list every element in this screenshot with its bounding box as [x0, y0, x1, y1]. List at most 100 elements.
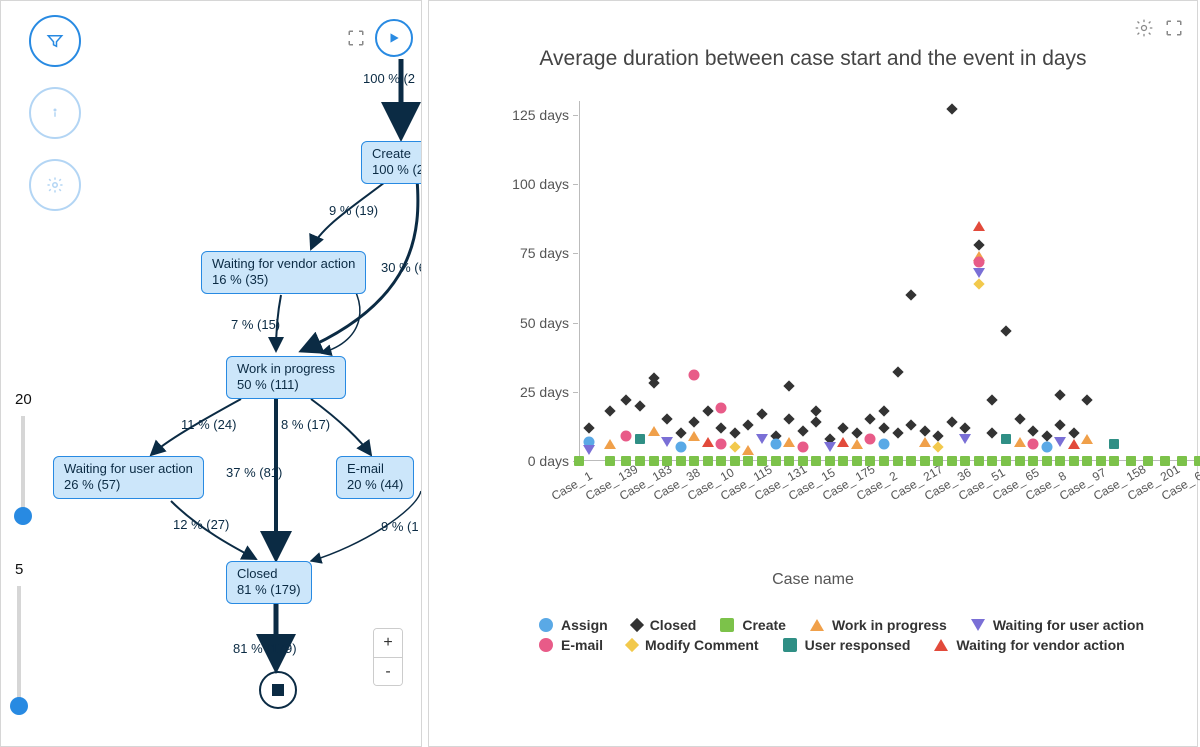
data-point[interactable] [783, 437, 795, 447]
legend-item[interactable]: User responsed [783, 637, 911, 653]
legend-item[interactable]: Modify Comment [627, 637, 759, 653]
data-point[interactable] [919, 437, 931, 447]
data-point[interactable] [879, 439, 890, 450]
data-point[interactable] [756, 434, 768, 444]
data-point[interactable] [852, 456, 862, 466]
data-point[interactable] [621, 431, 632, 442]
data-point[interactable] [635, 456, 645, 466]
data-point[interactable] [811, 417, 822, 428]
data-point[interactable] [865, 456, 875, 466]
data-point[interactable] [1109, 439, 1119, 449]
data-point[interactable] [973, 221, 985, 231]
data-point[interactable] [987, 428, 998, 439]
legend-item[interactable]: E-mail [539, 637, 603, 653]
data-point[interactable] [770, 439, 781, 450]
data-point[interactable] [583, 445, 595, 455]
legend-item[interactable]: Assign [539, 617, 608, 633]
data-point[interactable] [1000, 325, 1011, 336]
node-waiting-user[interactable]: Waiting for user action 26 % (57) [53, 456, 204, 499]
data-point[interactable] [783, 381, 794, 392]
data-point[interactable] [906, 456, 916, 466]
chart-fullscreen-icon[interactable] [1163, 17, 1185, 39]
data-point[interactable] [933, 441, 944, 452]
data-point[interactable] [1041, 430, 1052, 441]
data-point[interactable] [1143, 456, 1153, 466]
data-point[interactable] [878, 405, 889, 416]
legend-item[interactable]: Waiting for user action [971, 617, 1144, 633]
data-point[interactable] [784, 456, 794, 466]
data-point[interactable] [825, 456, 835, 466]
data-point[interactable] [716, 439, 727, 450]
data-point[interactable] [1096, 456, 1106, 466]
data-point[interactable] [649, 456, 659, 466]
data-point[interactable] [946, 104, 957, 115]
data-point[interactable] [771, 456, 781, 466]
data-point[interactable] [811, 456, 821, 466]
data-point[interactable] [1055, 389, 1066, 400]
data-point[interactable] [974, 456, 984, 466]
data-point[interactable] [797, 425, 808, 436]
data-point[interactable] [947, 456, 957, 466]
data-point[interactable] [797, 442, 808, 453]
data-point[interactable] [851, 428, 862, 439]
data-point[interactable] [1068, 428, 1079, 439]
node-closed[interactable]: Closed 81 % (179) [226, 561, 312, 604]
data-point[interactable] [743, 419, 754, 430]
data-point[interactable] [662, 456, 672, 466]
data-point[interactable] [1001, 456, 1011, 466]
data-point[interactable] [661, 414, 672, 425]
data-point[interactable] [837, 437, 849, 447]
legend-item[interactable]: Create [720, 617, 786, 633]
data-point[interactable] [893, 456, 903, 466]
data-point[interactable] [702, 405, 713, 416]
data-point[interactable] [1069, 456, 1079, 466]
data-point[interactable] [1082, 456, 1092, 466]
data-point[interactable] [661, 437, 673, 447]
zoom-in-button[interactable]: + [374, 629, 402, 657]
data-point[interactable] [919, 425, 930, 436]
data-point[interactable] [1028, 456, 1038, 466]
data-point[interactable] [960, 456, 970, 466]
data-point[interactable] [892, 367, 903, 378]
data-point[interactable] [1014, 414, 1025, 425]
data-point[interactable] [689, 370, 700, 381]
data-point[interactable] [675, 442, 686, 453]
data-point[interactable] [689, 456, 699, 466]
data-point[interactable] [1041, 442, 1052, 453]
data-point[interactable] [973, 278, 984, 289]
legend-item[interactable]: Work in progress [810, 617, 947, 633]
data-point[interactable] [621, 394, 632, 405]
data-point[interactable] [1027, 425, 1038, 436]
data-point[interactable] [920, 456, 930, 466]
data-point[interactable] [838, 422, 849, 433]
data-point[interactable] [742, 445, 754, 455]
data-point[interactable] [1081, 434, 1093, 444]
node-create[interactable]: Create 100 % (2 [361, 141, 422, 184]
data-point[interactable] [1001, 434, 1011, 444]
data-point[interactable] [1126, 456, 1136, 466]
data-point[interactable] [851, 439, 863, 449]
data-point[interactable] [1068, 439, 1080, 449]
data-point[interactable] [583, 422, 594, 433]
play-button[interactable] [375, 19, 413, 57]
node-terminal[interactable] [259, 671, 297, 709]
data-point[interactable] [716, 403, 727, 414]
data-point[interactable] [648, 426, 660, 436]
data-point[interactable] [1055, 456, 1065, 466]
data-point[interactable] [973, 256, 984, 267]
data-point[interactable] [865, 433, 876, 444]
data-point[interactable] [824, 442, 836, 452]
data-point[interactable] [1109, 456, 1119, 466]
data-point[interactable] [811, 405, 822, 416]
chart-plot-area[interactable]: 0 days25 days50 days75 days100 days125 d… [489, 101, 1189, 461]
data-point[interactable] [716, 422, 727, 433]
data-point[interactable] [757, 456, 767, 466]
data-point[interactable] [688, 431, 700, 441]
data-point[interactable] [756, 408, 767, 419]
node-work-in-progress[interactable]: Work in progress 50 % (111) [226, 356, 346, 399]
node-email[interactable]: E-mail 20 % (44) [336, 456, 414, 499]
data-point[interactable] [702, 437, 714, 447]
chart-settings-icon[interactable] [1133, 17, 1155, 39]
data-point[interactable] [621, 456, 631, 466]
data-point[interactable] [946, 417, 957, 428]
